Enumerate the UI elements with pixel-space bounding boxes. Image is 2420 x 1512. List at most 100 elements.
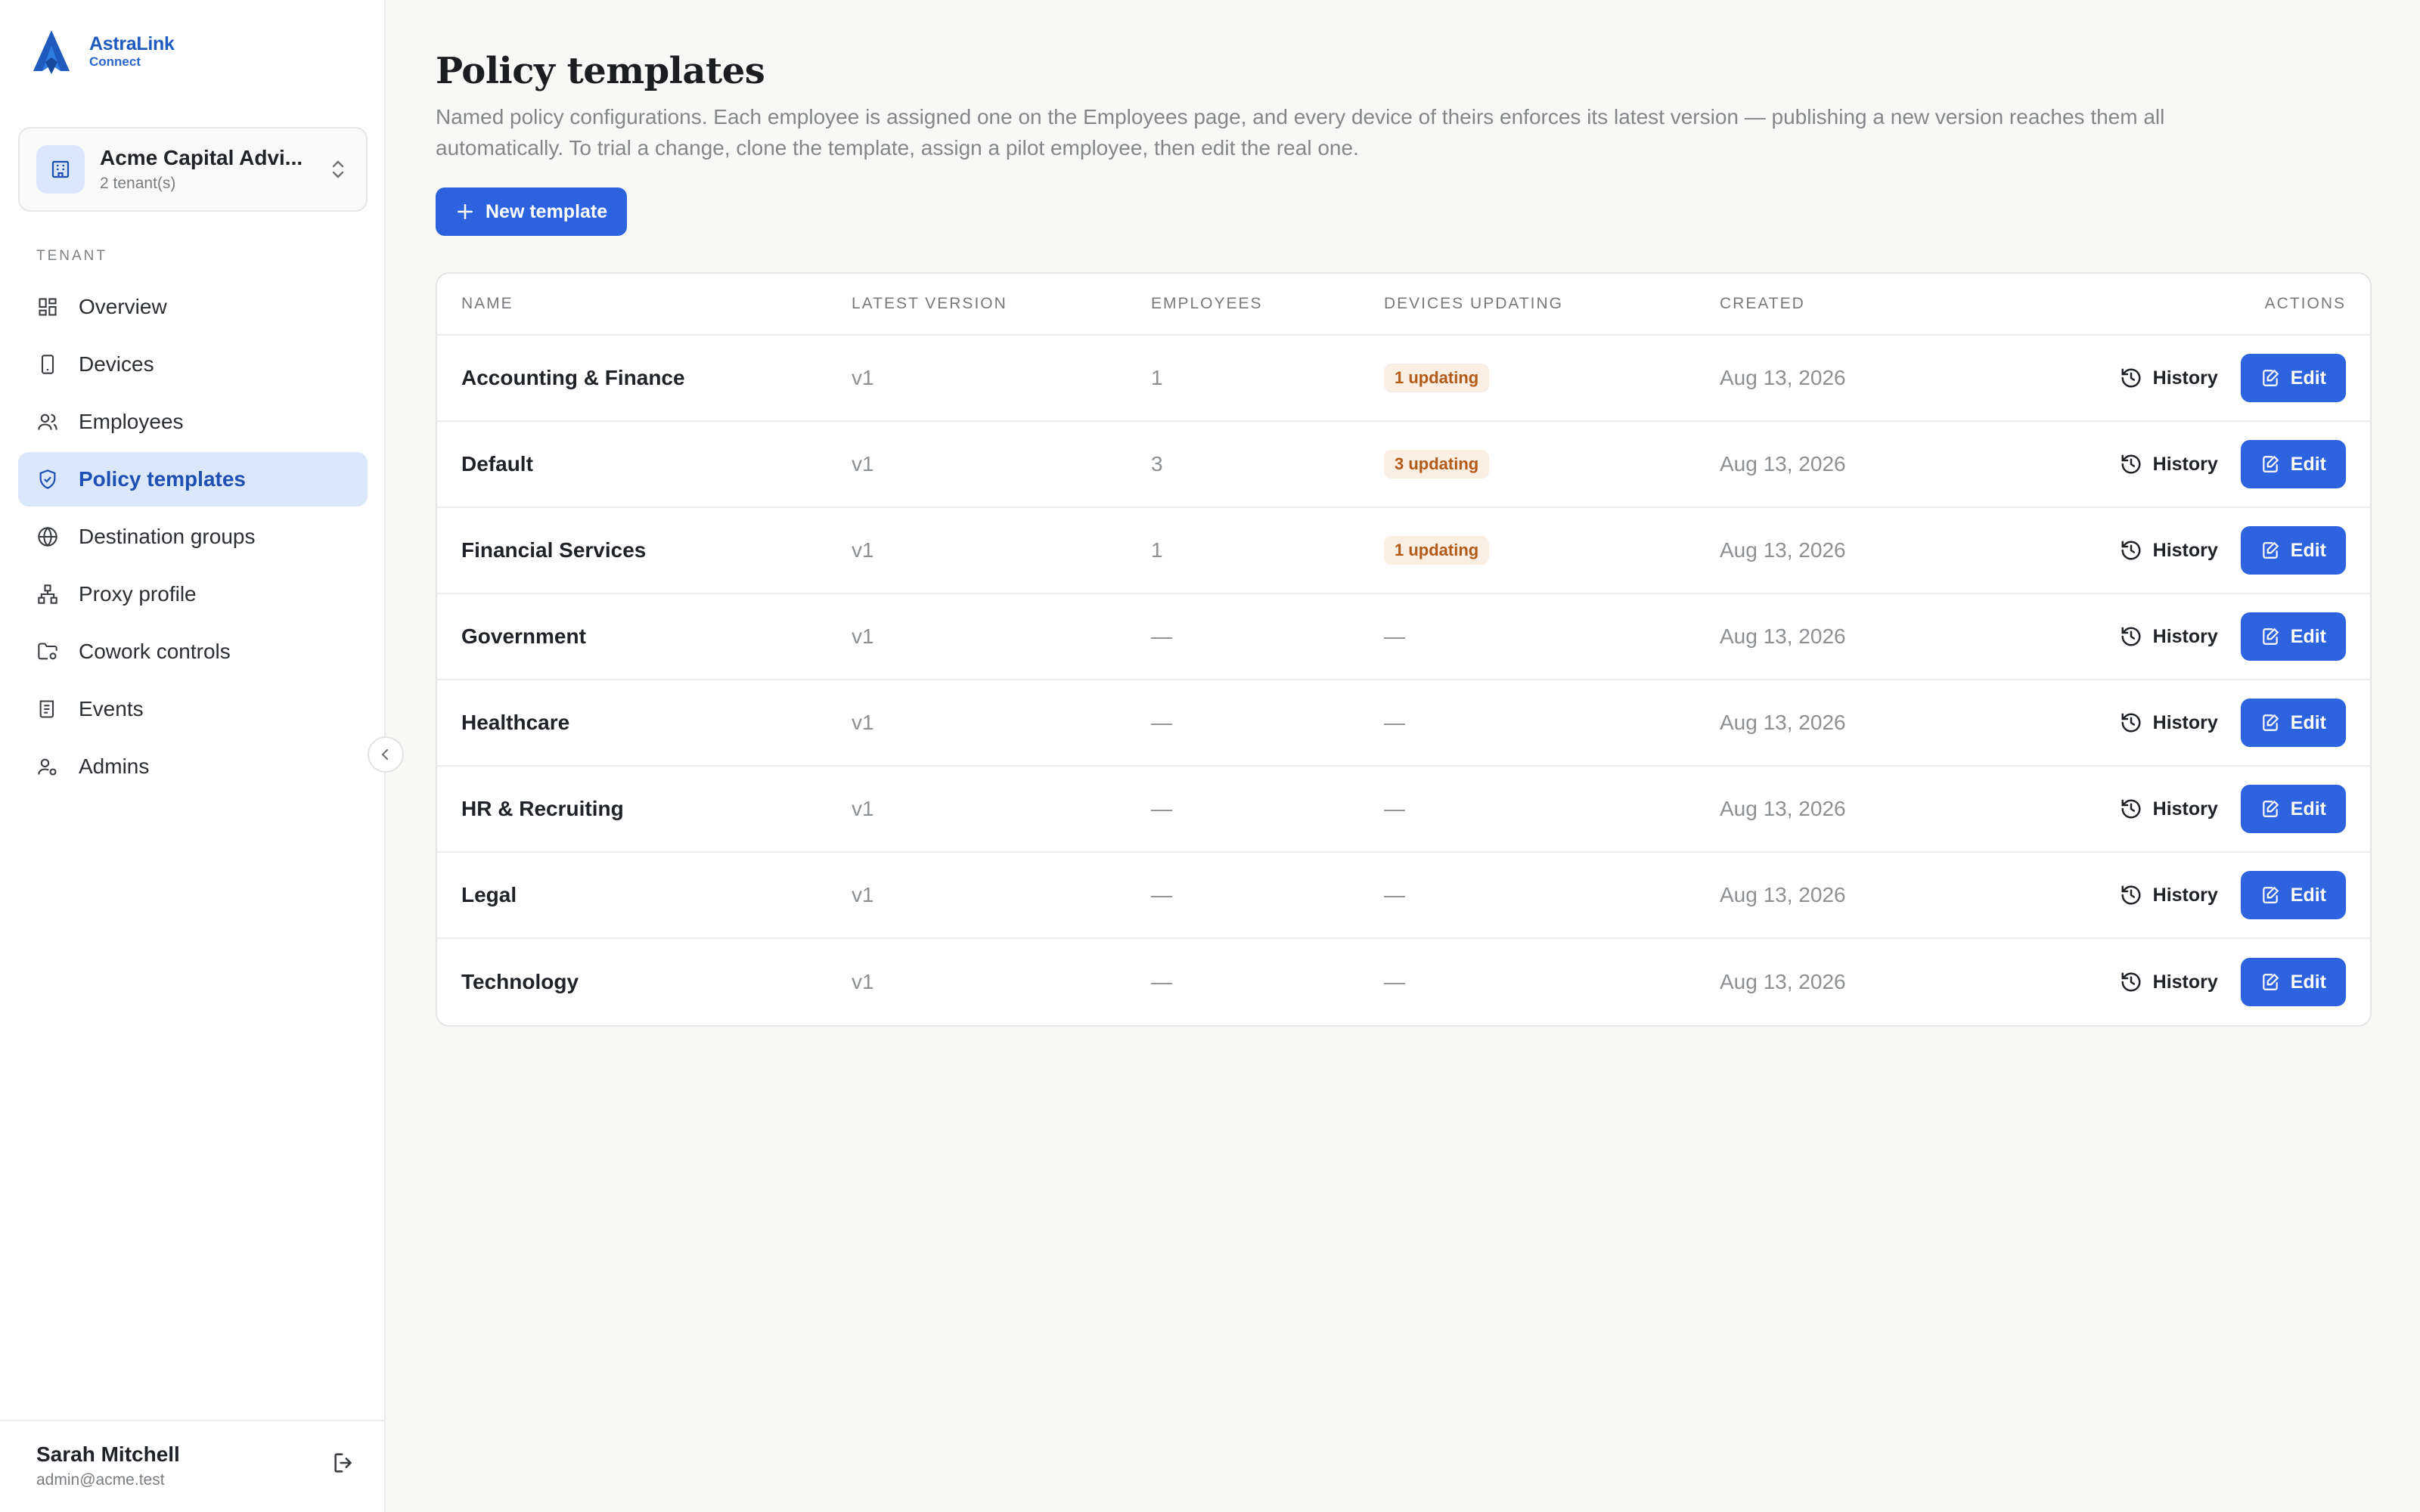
history-icon [2121, 972, 2141, 992]
col-header-name: NAME [461, 295, 513, 312]
sidebar-item-overview[interactable]: Overview [18, 280, 368, 334]
sidebar-item-proxy-profile[interactable]: Proxy profile [18, 567, 368, 621]
edit-icon [2263, 369, 2279, 386]
page-description: Named policy configurations. Each employ… [436, 105, 2165, 160]
sidebar-item-label: Proxy profile [79, 582, 197, 606]
history-button[interactable]: History [2120, 539, 2218, 562]
shield-icon [36, 468, 59, 491]
edit-icon [2263, 973, 2279, 990]
edit-icon [2263, 627, 2279, 645]
new-template-button[interactable]: New template [436, 187, 628, 236]
history-button[interactable]: History [2120, 711, 2218, 734]
devices-updating-value: — [1384, 797, 1405, 820]
created-date: Aug 13, 2026 [1720, 624, 1846, 648]
building-icon [36, 145, 85, 194]
col-header-employees: EMPLOYEES [1151, 295, 1263, 312]
col-header-version: LATEST VERSION [852, 295, 1007, 312]
collapse-sidebar-button[interactable] [368, 736, 404, 773]
history-label: History [2152, 625, 2218, 647]
brand-logo[interactable]: AstraLink Connect [29, 27, 175, 76]
edit-button[interactable]: Edit [2240, 958, 2346, 1006]
edit-button[interactable]: Edit [2240, 354, 2346, 402]
employees-count: — [1151, 970, 1172, 993]
history-label: History [2152, 884, 2218, 906]
edit-icon [2263, 800, 2279, 817]
col-header-actions: ACTIONS [2264, 295, 2346, 312]
devices-updating: 3 updating [1384, 450, 1490, 479]
edit-button[interactable]: Edit [2240, 699, 2346, 747]
row-actions: History Edit [2120, 785, 2346, 833]
brand-sub: Connect [89, 54, 141, 69]
table-header: NAME LATEST VERSION EMPLOYEES DEVICES UP… [437, 274, 2370, 336]
devices-updating: — [1384, 797, 1405, 821]
table-body: Accounting & Finance v1 1 1 updating Aug… [437, 336, 2370, 1025]
edit-button[interactable]: Edit [2240, 440, 2346, 488]
table-row: Financial Services v1 1 1 updating Aug 1… [437, 508, 2370, 594]
edit-label: Edit [2290, 367, 2326, 389]
history-label: History [2152, 367, 2218, 389]
sidebar-item-policy-templates[interactable]: Policy templates [18, 452, 368, 507]
user-email: admin@acme.test [36, 1471, 165, 1489]
dashboard-icon [36, 296, 59, 318]
history-button[interactable]: History [2120, 367, 2218, 389]
sidebar-item-admins[interactable]: Admins [18, 739, 368, 794]
brand-name: AstraLink [89, 33, 175, 54]
history-button[interactable]: History [2120, 625, 2218, 648]
network-icon [36, 583, 59, 606]
edit-icon [2263, 886, 2279, 903]
employees-count: — [1151, 711, 1172, 734]
table-row: Technology v1 — — Aug 13, 2026 History E… [437, 939, 2370, 1025]
history-label: History [2152, 711, 2218, 733]
users-icon [36, 411, 59, 433]
latest-version: v1 [852, 538, 874, 562]
edit-button[interactable]: Edit [2240, 612, 2346, 661]
history-label: History [2152, 971, 2218, 993]
employees-count: 1 [1151, 538, 1163, 562]
edit-label: Edit [2290, 453, 2326, 475]
template-name: Legal [461, 883, 517, 906]
created-date: Aug 13, 2026 [1720, 452, 1846, 476]
latest-version: v1 [852, 883, 874, 906]
edit-label: Edit [2290, 539, 2326, 561]
globe-icon [36, 525, 59, 548]
sidebar-item-destination-groups[interactable]: Destination groups [18, 510, 368, 564]
edit-button[interactable]: Edit [2240, 526, 2346, 575]
history-button[interactable]: History [2120, 971, 2218, 993]
history-button[interactable]: History [2120, 798, 2218, 820]
latest-version: v1 [852, 624, 874, 648]
edit-button[interactable]: Edit [2240, 785, 2346, 833]
sidebar-item-events[interactable]: Events [18, 682, 368, 736]
edit-label: Edit [2290, 884, 2326, 906]
row-actions: History Edit [2120, 958, 2346, 1006]
row-actions: History Edit [2120, 612, 2346, 661]
created-date: Aug 13, 2026 [1720, 970, 1846, 993]
chevron-updown-icon [327, 158, 349, 181]
history-button[interactable]: History [2120, 453, 2218, 476]
history-icon [2121, 713, 2141, 733]
row-actions: History Edit [2120, 699, 2346, 747]
devices-updating-value: 1 updating [1384, 536, 1490, 565]
employees-count: 1 [1151, 366, 1163, 389]
history-label: History [2152, 453, 2218, 475]
devices-updating: 1 updating [1384, 536, 1490, 565]
table-row: Default v1 3 3 updating Aug 13, 2026 His… [437, 422, 2370, 508]
sidebar-item-employees[interactable]: Employees [18, 395, 368, 449]
sidebar-item-label: Destination groups [79, 525, 256, 548]
edit-label: Edit [2290, 798, 2326, 820]
devices-updating-value: — [1384, 883, 1405, 906]
sidebar-item-devices[interactable]: Devices [18, 337, 368, 392]
sidebar-item-cowork-controls[interactable]: Cowork controls [18, 624, 368, 679]
page-title: Policy templates [436, 50, 765, 92]
tenant-switcher[interactable]: Acme Capital Advi... 2 tenant(s) [18, 127, 368, 212]
logout-icon[interactable] [331, 1450, 357, 1479]
sidebar-item-label: Events [79, 697, 144, 720]
sidebar-item-label: Policy templates [79, 467, 246, 491]
edit-button[interactable]: Edit [2240, 871, 2346, 919]
table-row: HR & Recruiting v1 — — Aug 13, 2026 Hist… [437, 767, 2370, 853]
devices-updating-value: 3 updating [1384, 450, 1490, 479]
template-name: Government [461, 624, 586, 648]
history-button[interactable]: History [2120, 884, 2218, 906]
devices-updating: — [1384, 883, 1405, 907]
created-date: Aug 13, 2026 [1720, 711, 1846, 734]
devices-updating: — [1384, 711, 1405, 735]
